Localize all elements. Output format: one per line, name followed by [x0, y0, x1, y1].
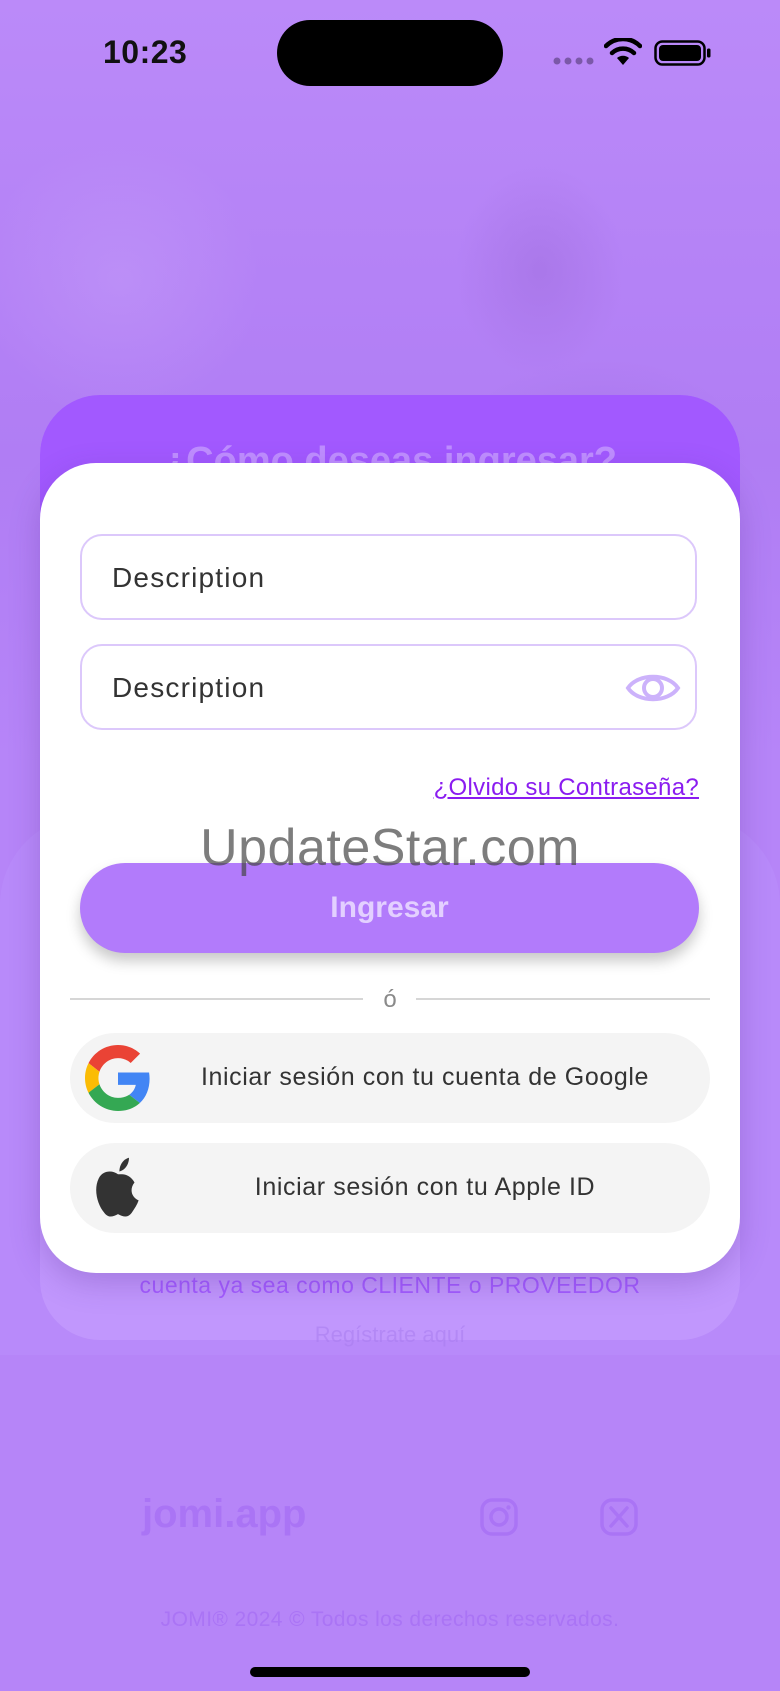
apple-signin-button[interactable]: Iniciar sesión con tu Apple ID — [70, 1143, 710, 1233]
password-placeholder: Description — [112, 672, 266, 703]
battery-icon — [654, 40, 711, 66]
login-button-label: Ingresar — [330, 891, 449, 924]
background-subtext: cuenta ya sea como CLIENTE o PROVEEDOR — [139, 1272, 641, 1298]
password-input[interactable]: Description — [80, 644, 697, 730]
footer-logo: jomi.app — [142, 1492, 307, 1536]
forgot-password-link[interactable]: ¿Olvido su Contraseña? — [434, 774, 699, 802]
google-signin-button[interactable]: Iniciar sesión con tu cuenta de Google — [70, 1033, 710, 1123]
divider-right — [416, 998, 710, 1000]
google-signin-label: Iniciar sesión con tu cuenta de Google — [200, 1063, 650, 1091]
x-icon[interactable] — [600, 1498, 638, 1536]
google-icon — [85, 1045, 150, 1111]
wifi-icon — [604, 38, 642, 65]
status-time: 10:23 — [103, 34, 188, 70]
instagram-icon[interactable] — [480, 1498, 518, 1536]
dynamic-island — [277, 20, 503, 86]
eye-icon[interactable] — [625, 668, 681, 708]
background-register-text: Regístrate aquí — [314, 1322, 466, 1347]
apple-signin-label: Iniciar sesión con tu Apple ID — [254, 1173, 596, 1201]
watermark: UpdateStar.com — [200, 819, 580, 877]
apple-icon — [96, 1157, 139, 1217]
divider-text: ó — [383, 986, 397, 1013]
divider-left — [70, 998, 363, 1000]
home-indicator — [250, 1667, 530, 1677]
copyright-text: JOMI® 2024 © Todos los derechos reservad… — [160, 1608, 620, 1631]
status-bar: 10:23 — [0, 0, 780, 110]
username-input[interactable]: Description — [80, 534, 697, 620]
cellular-signal-icon — [553, 57, 594, 65]
username-placeholder: Description — [112, 562, 266, 593]
